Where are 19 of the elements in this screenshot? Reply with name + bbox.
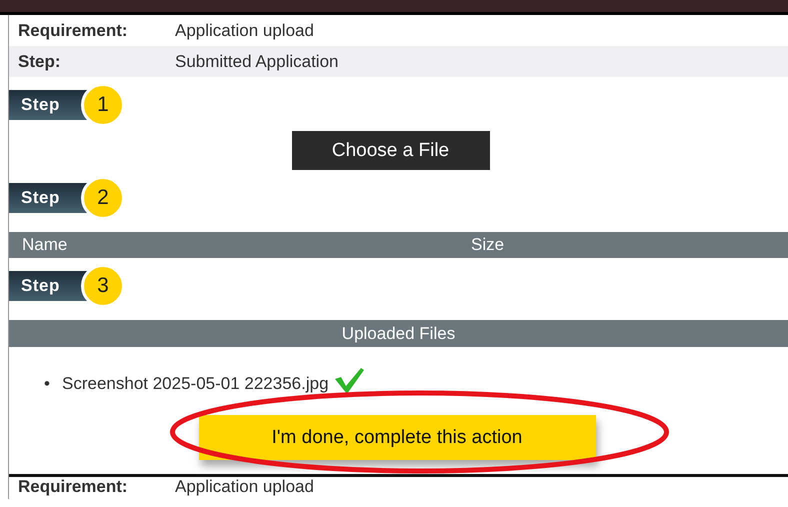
column-header: Size [471,235,504,255]
detail-label: Requirement: [18,477,129,497]
file-name: Screenshot 2025-05-01 222356.jpg [62,374,329,393]
step-number-badge: 3 [81,264,125,308]
step-label: Step [9,183,87,213]
section-header: Uploaded Files [9,320,788,347]
detail-value: Application upload [175,20,314,40]
choose-file-button[interactable]: Choose a File [292,131,490,170]
detail-value: Submitted Application [175,52,338,72]
step-label: Step [9,271,87,301]
step-number-badge: 2 [81,176,125,220]
list-bullet: • [44,373,51,395]
step-label: Step [9,90,87,120]
detail-label: Requirement: [18,20,129,40]
complete-action-button[interactable]: I'm done, complete this action [198,415,596,460]
detail-value: Application upload [175,477,314,497]
column-header: Name [21,235,68,255]
step-number-badge: 1 [81,83,125,127]
detail-label: Step: [18,52,62,72]
